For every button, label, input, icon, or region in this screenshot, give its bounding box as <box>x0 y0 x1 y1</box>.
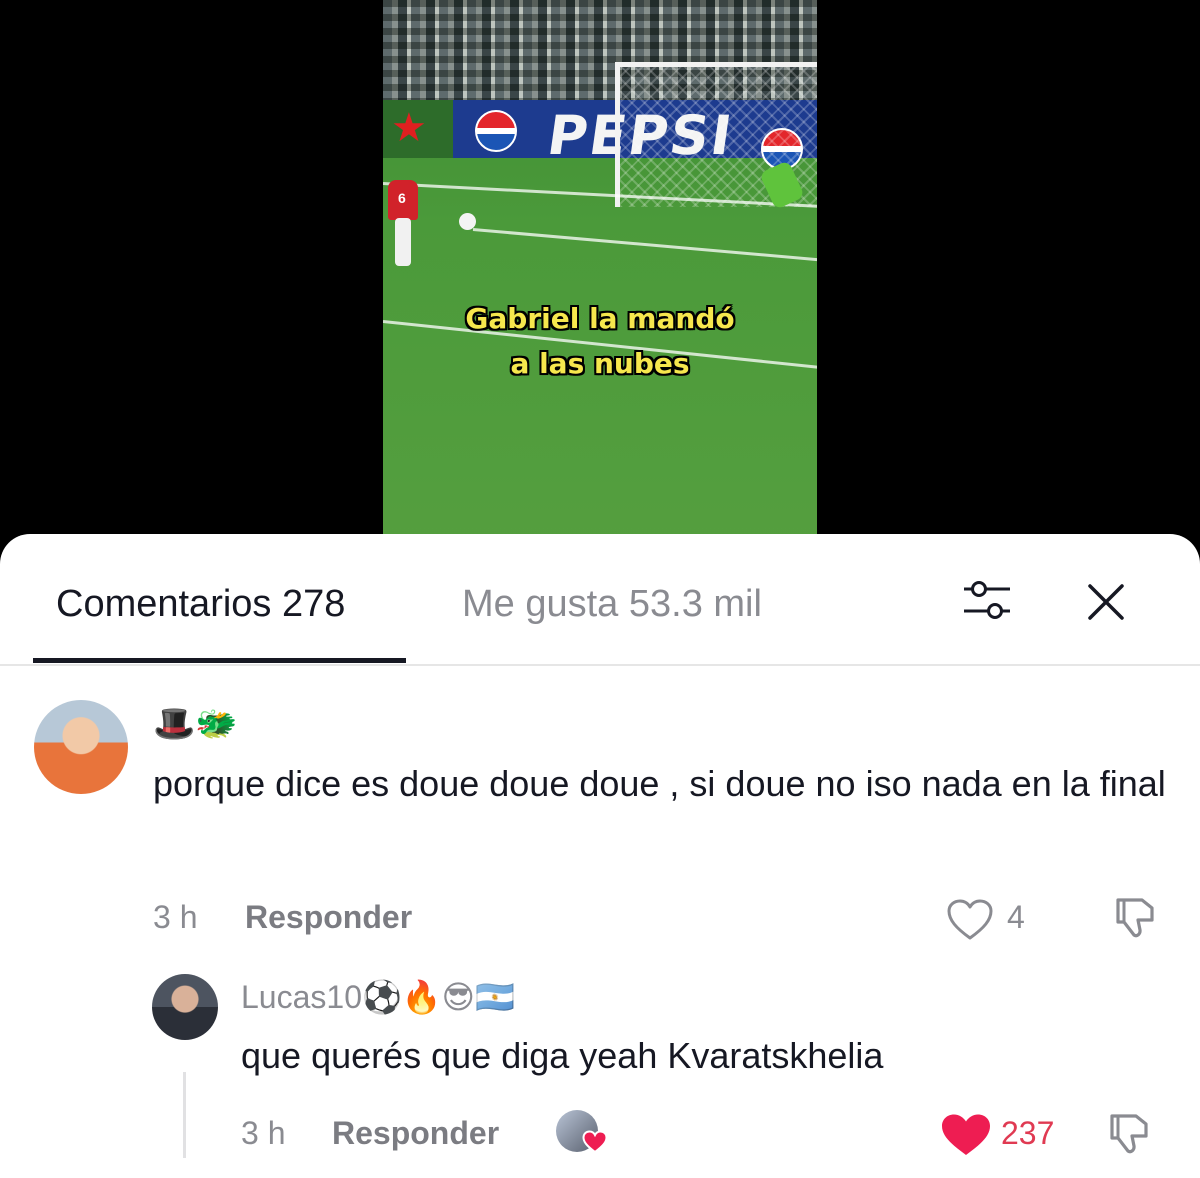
like-count: 4 <box>1007 899 1025 935</box>
pepsi-logo-icon <box>475 110 517 152</box>
player-legs <box>395 218 411 266</box>
thumbs-down-icon[interactable] <box>1104 1110 1152 1158</box>
heart-icon[interactable] <box>946 898 994 942</box>
video-player[interactable]: ★ PEPSI 6 Gabriel la mandó a las nubes <box>0 0 1200 560</box>
avatar[interactable] <box>152 974 218 1040</box>
close-icon[interactable] <box>1086 582 1126 622</box>
video-frame: ★ PEPSI 6 Gabriel la mandó a las nubes <box>383 0 817 560</box>
reply-button[interactable]: Responder <box>245 898 412 936</box>
tab-bar: Comentarios 278 Me gusta 53.3 mil <box>0 534 1200 666</box>
pitch-line <box>472 228 817 263</box>
comment-text: porque dice es doue doue doue , si doue … <box>153 763 1166 804</box>
player-number: 6 <box>398 190 406 206</box>
heart-icon <box>582 1130 608 1154</box>
video-caption: Gabriel la mandó a las nubes <box>383 296 817 386</box>
comment-username[interactable]: 🎩🐲 <box>153 705 238 743</box>
comment-timestamp: 3 h <box>153 899 198 935</box>
comment-text: que querés que diga yeah Kvaratskhelia <box>241 1035 884 1076</box>
heart-filled-icon[interactable] <box>940 1112 992 1158</box>
star-logo-icon: ★ <box>391 106 427 150</box>
like-count: 237 <box>1001 1115 1055 1151</box>
thumbs-down-icon[interactable] <box>1110 894 1158 942</box>
caption-line-2: a las nubes <box>510 347 690 380</box>
comments-sheet: Comentarios 278 Me gusta 53.3 mil 🎩🐲 por… <box>0 534 1200 1178</box>
avatar[interactable] <box>34 700 128 794</box>
active-tab-indicator <box>33 658 406 663</box>
comment-username[interactable]: Lucas10⚽🔥😎🇦🇷 <box>241 978 515 1016</box>
filter-sliders-icon[interactable] <box>962 578 1012 622</box>
thread-line <box>183 1072 186 1158</box>
reply-button[interactable]: Responder <box>332 1114 499 1152</box>
ball <box>459 213 476 230</box>
caption-line-1: Gabriel la mandó <box>465 302 735 335</box>
creator-liked-badge <box>556 1108 608 1156</box>
comment-timestamp: 3 h <box>241 1115 286 1151</box>
tab-comments[interactable]: Comentarios 278 <box>56 582 345 626</box>
tab-likes[interactable]: Me gusta 53.3 mil <box>462 582 762 626</box>
